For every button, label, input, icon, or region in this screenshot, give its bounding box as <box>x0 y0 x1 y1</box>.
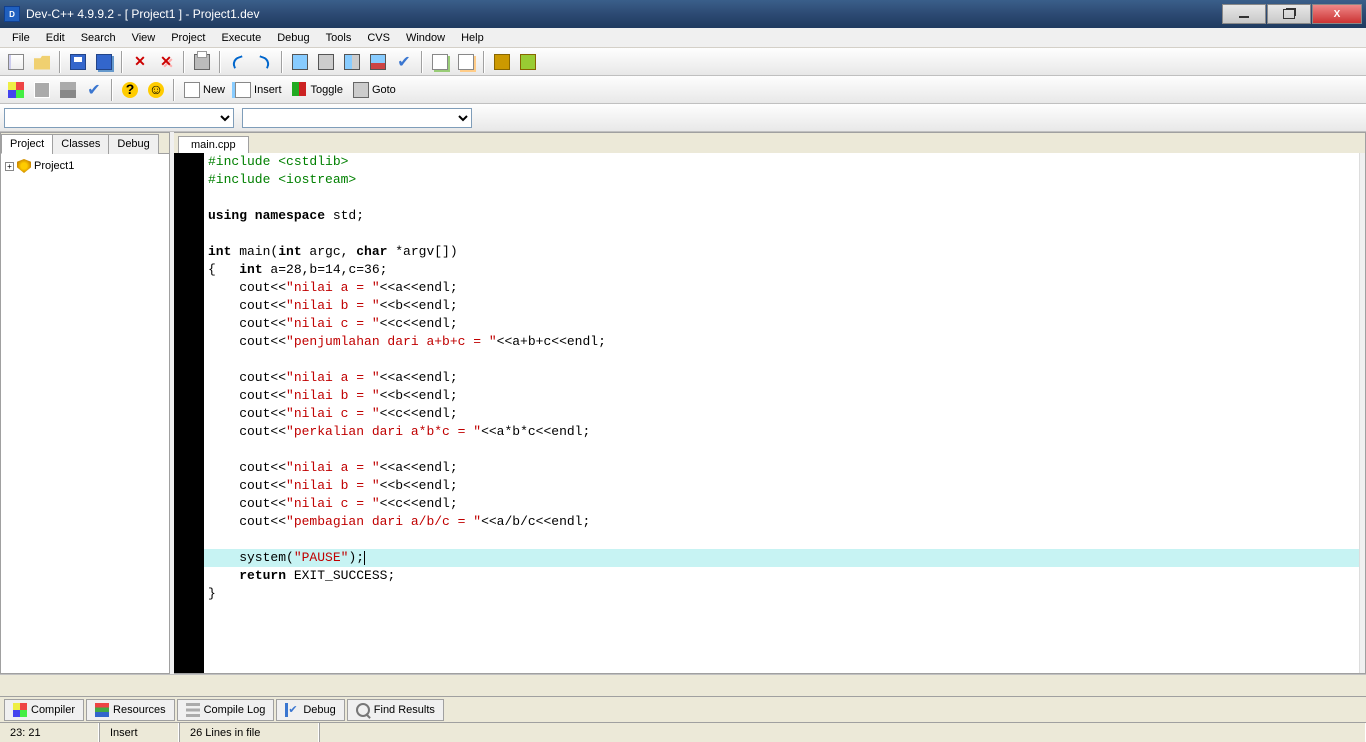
replace-icon[interactable] <box>516 50 540 74</box>
grid3-icon[interactable] <box>56 78 80 102</box>
new-button[interactable]: New <box>180 78 229 102</box>
left-tab-classes[interactable]: Classes <box>52 134 109 154</box>
bottom-tab-compiler[interactable]: Compiler <box>4 699 84 721</box>
debug-icon[interactable]: ✔ <box>392 50 416 74</box>
split-handle[interactable] <box>1359 153 1365 673</box>
help-icon[interactable]: ? <box>118 78 142 102</box>
find-icon[interactable] <box>490 50 514 74</box>
find-icon <box>356 703 370 717</box>
minimize-button[interactable] <box>1222 4 1266 24</box>
status-empty <box>320 723 1366 742</box>
menu-window[interactable]: Window <box>398 30 453 46</box>
expand-icon[interactable]: + <box>5 162 14 171</box>
rebuild-icon[interactable] <box>366 50 390 74</box>
new-file-icon[interactable] <box>4 50 28 74</box>
editor-tab-main[interactable]: main.cpp <box>178 136 249 153</box>
redo-icon[interactable] <box>252 50 276 74</box>
bottom-tab-compile-log[interactable]: Compile Log <box>177 699 275 721</box>
class-combo[interactable] <box>4 108 234 128</box>
left-tabs: ProjectClassesDebug <box>1 133 169 154</box>
bottom-tab-resources[interactable]: Resources <box>86 699 175 721</box>
output-tabs: CompilerResourcesCompile Log✔DebugFind R… <box>0 696 1366 722</box>
run-icon[interactable] <box>314 50 338 74</box>
menu-cvs[interactable]: CVS <box>359 30 398 46</box>
log-icon <box>186 703 200 717</box>
check-icon[interactable]: ✔ <box>82 78 106 102</box>
shield-icon <box>17 159 31 173</box>
menu-view[interactable]: View <box>124 30 164 46</box>
compile-icon[interactable] <box>288 50 312 74</box>
project-new-icon[interactable] <box>428 50 452 74</box>
tree-root-item[interactable]: + Project1 <box>5 158 165 174</box>
main-toolbar: ✕ ✕ ✔ <box>0 48 1366 76</box>
open-icon[interactable] <box>30 50 54 74</box>
member-combo[interactable] <box>242 108 472 128</box>
editor-panel: main.cpp #include <cstdlib>#include <ios… <box>174 132 1366 674</box>
about-icon[interactable]: ☺ <box>144 78 168 102</box>
project-tree[interactable]: + Project1 <box>1 154 169 673</box>
grid2-icon[interactable] <box>30 78 54 102</box>
window-title: Dev-C++ 4.9.9.2 - [ Project1 ] - Project… <box>26 7 1221 21</box>
menu-edit[interactable]: Edit <box>38 30 73 46</box>
saveall-icon[interactable] <box>92 50 116 74</box>
menu-search[interactable]: Search <box>73 30 124 46</box>
app-icon: D <box>4 6 20 22</box>
project-open-icon[interactable] <box>454 50 478 74</box>
print-icon[interactable] <box>190 50 214 74</box>
panel-gap <box>0 674 1366 696</box>
left-tab-project[interactable]: Project <box>1 134 53 154</box>
bottom-tab-find-results[interactable]: Find Results <box>347 699 444 721</box>
code-editor[interactable]: #include <cstdlib>#include <iostream>usi… <box>204 153 1359 673</box>
status-cursor: 23: 21 <box>0 723 100 742</box>
status-lines: 26 Lines in file <box>180 723 320 742</box>
titlebar: D Dev-C++ 4.9.9.2 - [ Project1 ] - Proje… <box>0 0 1366 28</box>
insert-button[interactable]: Insert <box>231 78 286 102</box>
combo-toolbar <box>0 104 1366 132</box>
undo-icon[interactable] <box>226 50 250 74</box>
tree-root-label: Project1 <box>34 160 74 172</box>
compile-run-icon[interactable] <box>340 50 364 74</box>
toggle-button[interactable]: Toggle <box>288 78 347 102</box>
res-icon <box>95 703 109 717</box>
left-tab-debug[interactable]: Debug <box>108 134 158 154</box>
save-icon[interactable] <box>66 50 90 74</box>
menu-file[interactable]: File <box>4 30 38 46</box>
menu-tools[interactable]: Tools <box>318 30 360 46</box>
close-button[interactable]: X <box>1312 4 1362 24</box>
menu-debug[interactable]: Debug <box>269 30 317 46</box>
close-file-icon[interactable]: ✕ <box>128 50 152 74</box>
status-mode: Insert <box>100 723 180 742</box>
compiler-icon <box>13 703 27 717</box>
secondary-toolbar: ✔ ? ☺ New Insert Toggle Goto <box>0 76 1366 104</box>
editor-margin <box>174 153 204 673</box>
maximize-button[interactable] <box>1267 4 1311 24</box>
project-panel: ProjectClassesDebug + Project1 <box>0 132 170 674</box>
bottom-tab-debug[interactable]: ✔Debug <box>276 699 344 721</box>
dbg-icon: ✔ <box>285 703 299 717</box>
grid-icon[interactable] <box>4 78 28 102</box>
menu-help[interactable]: Help <box>453 30 492 46</box>
status-bar: 23: 21 Insert 26 Lines in file <box>0 722 1366 742</box>
closeall-icon[interactable]: ✕ <box>154 50 178 74</box>
menu-execute[interactable]: Execute <box>213 30 269 46</box>
goto-button[interactable]: Goto <box>349 78 400 102</box>
menu-project[interactable]: Project <box>163 30 213 46</box>
editor-tabs: main.cpp <box>174 133 1365 153</box>
menu-bar: FileEditSearchViewProjectExecuteDebugToo… <box>0 28 1366 48</box>
